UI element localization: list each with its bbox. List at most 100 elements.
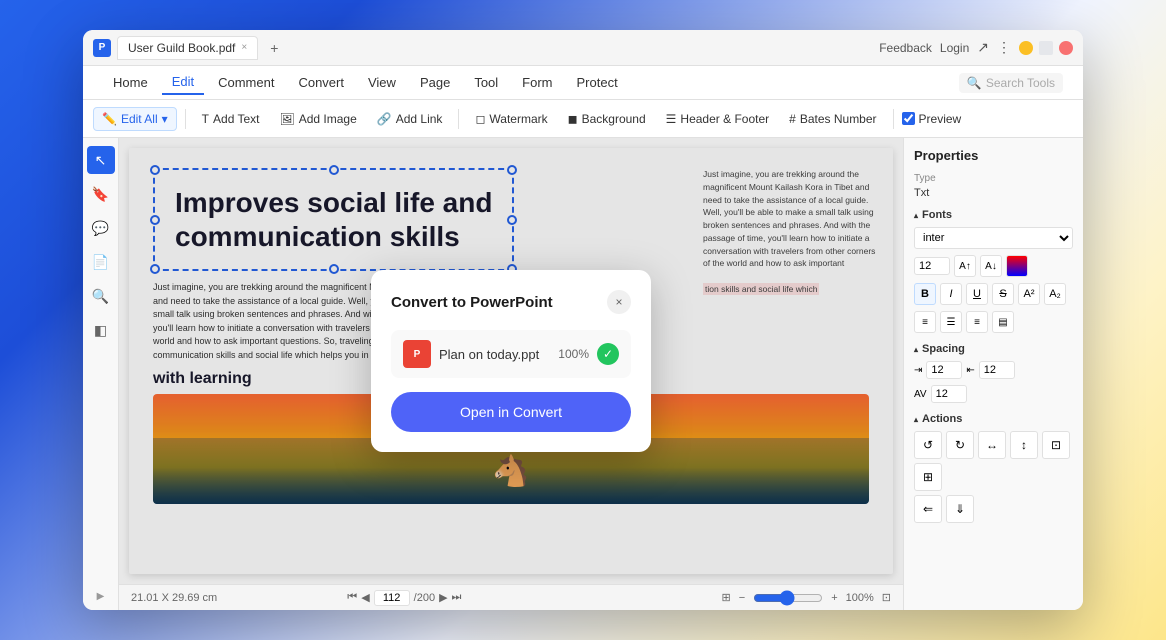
preview-checkbox[interactable] xyxy=(902,112,915,125)
status-right: ⊞ − + 100% ⊡ xyxy=(722,590,891,606)
add-text-icon: T xyxy=(202,112,209,126)
doc-page: Improves social life andcommunication sk… xyxy=(129,148,893,574)
add-image-label: Add Image xyxy=(299,112,357,126)
font-size-decrease-btn[interactable]: A↓ xyxy=(980,255,1002,277)
add-text-btn[interactable]: T Add Text xyxy=(194,108,268,130)
crop-btn[interactable]: ⊡ xyxy=(1042,431,1070,459)
font-select[interactable]: inter xyxy=(914,227,1073,249)
sidebar-expand-btn[interactable]: ▶ xyxy=(97,591,105,602)
menu-view[interactable]: View xyxy=(358,71,406,94)
sep-3 xyxy=(893,109,894,129)
header-footer-icon: ☰ xyxy=(666,112,677,126)
preview-check[interactable]: Preview xyxy=(902,112,962,126)
zoom-out-btn[interactable]: − xyxy=(739,592,745,604)
sidebar-bookmark-icon[interactable]: 🔖 xyxy=(87,180,115,208)
italic-btn[interactable]: I xyxy=(940,283,962,305)
menu-protect[interactable]: Protect xyxy=(567,71,628,94)
font-color-btn[interactable] xyxy=(1006,255,1028,277)
open-in-convert-btn[interactable]: Open in Convert xyxy=(391,392,631,432)
modal-overlay: Convert to PowerPoint × P Plan on today.… xyxy=(129,148,893,574)
spacing-left-input[interactable] xyxy=(926,361,962,379)
type-label: Type xyxy=(914,173,1073,184)
bold-btn[interactable]: B xyxy=(914,283,936,305)
add-link-btn[interactable]: 🔗 Add Link xyxy=(369,108,451,130)
close-btn[interactable] xyxy=(1059,41,1073,55)
edit-icon: ✏️ xyxy=(102,112,117,126)
modal-header: Convert to PowerPoint × xyxy=(391,290,631,314)
file-tab-title: User Guild Book.pdf xyxy=(128,41,235,55)
menu-tool[interactable]: Tool xyxy=(464,71,508,94)
sidebar-cursor-icon[interactable]: ↖ xyxy=(87,146,115,174)
progress-complete-icon: ✓ xyxy=(597,343,619,365)
rotate-cw-btn[interactable]: ↻ xyxy=(946,431,974,459)
minimize-btn[interactable] xyxy=(1019,41,1033,55)
login-btn[interactable]: Login xyxy=(940,41,969,55)
menu-form[interactable]: Form xyxy=(512,71,562,94)
background-label: Background xyxy=(582,112,646,126)
feedback-btn[interactable]: Feedback xyxy=(879,41,932,55)
strikethrough-btn[interactable]: S xyxy=(992,283,1014,305)
view-options-icon[interactable]: ⊞ xyxy=(722,591,731,604)
share-icon[interactable]: ↗ xyxy=(977,39,989,56)
align-right-btn[interactable]: ≡ xyxy=(966,311,988,333)
flip-h-btn[interactable]: ↔ xyxy=(978,431,1006,459)
header-footer-label: Header & Footer xyxy=(680,112,769,126)
background-btn[interactable]: ◼ Background xyxy=(560,108,654,130)
zoom-in-btn[interactable]: + xyxy=(831,592,837,604)
panel-title: Properties xyxy=(914,148,1073,163)
fit-page-icon[interactable]: ⊡ xyxy=(882,591,891,604)
sidebar-layers-icon[interactable]: ◧ xyxy=(87,316,115,344)
bates-number-btn[interactable]: # Bates Number xyxy=(781,108,884,130)
nav-prev-icon[interactable]: ◀ xyxy=(361,591,369,604)
new-tab-btn[interactable]: + xyxy=(264,38,284,58)
menu-home[interactable]: Home xyxy=(103,71,158,94)
menu-convert[interactable]: Convert xyxy=(288,71,354,94)
spacing-right-input[interactable] xyxy=(979,361,1015,379)
header-footer-btn[interactable]: ☰ Header & Footer xyxy=(658,108,777,130)
menu-page[interactable]: Page xyxy=(410,71,460,94)
nav-first-icon[interactable]: ⏮ xyxy=(347,591,357,604)
align-down-action[interactable]: ⇓ xyxy=(946,495,974,523)
align-center-btn[interactable]: ☰ xyxy=(940,311,962,333)
page-total: /200 xyxy=(414,592,435,604)
add-image-btn[interactable]: 🖼 Add Image xyxy=(272,108,365,130)
font-size-increase-btn[interactable]: A↑ xyxy=(954,255,976,277)
file-tab[interactable]: User Guild Book.pdf × xyxy=(117,36,258,60)
bates-number-icon: # xyxy=(789,112,796,126)
main-content: ↖ 🔖 💬 📄 🔍 ◧ ▶ Improves social life andco… xyxy=(83,138,1083,610)
menu-icon[interactable]: ⋮ xyxy=(997,39,1011,56)
subscript-btn[interactable]: A₂ xyxy=(1044,283,1066,305)
menu-comment[interactable]: Comment xyxy=(208,71,284,94)
doc-dimensions: 21.01 X 29.69 cm xyxy=(131,592,217,604)
flip-v-btn[interactable]: ↕ xyxy=(1010,431,1038,459)
zoom-slider[interactable] xyxy=(753,590,823,606)
page-input[interactable] xyxy=(374,590,410,606)
align-action-row: ⇐ ⇓ xyxy=(914,495,1073,523)
align-left-action[interactable]: ⇐ xyxy=(914,495,942,523)
watermark-btn[interactable]: ◻ Watermark xyxy=(467,108,555,130)
menu-edit[interactable]: Edit xyxy=(162,70,204,95)
rotate-ccw-btn[interactable]: ↺ xyxy=(914,431,942,459)
av-input[interactable] xyxy=(931,385,967,403)
sidebar-search-icon[interactable]: 🔍 xyxy=(87,282,115,310)
align-justify-btn[interactable]: ▤ xyxy=(992,311,1014,333)
sidebar-comment-icon[interactable]: 💬 xyxy=(87,214,115,242)
nav-last-icon[interactable]: ⏭ xyxy=(452,591,462,604)
search-box[interactable]: 🔍 Search Tools xyxy=(959,73,1063,93)
nav-next-icon[interactable]: ▶ xyxy=(439,591,447,604)
watermark-icon: ◻ xyxy=(475,112,485,126)
title-bar-left: P User Guild Book.pdf × + xyxy=(93,36,284,60)
maximize-btn[interactable] xyxy=(1039,41,1053,55)
modal-close-btn[interactable]: × xyxy=(607,290,631,314)
edit-all-btn[interactable]: ✏️ Edit All ▾ xyxy=(93,107,177,131)
underline-btn[interactable]: U xyxy=(966,283,988,305)
replace-btn[interactable]: ⊞ xyxy=(914,463,942,491)
left-sidebar: ↖ 🔖 💬 📄 🔍 ◧ ▶ xyxy=(83,138,119,610)
superscript-btn[interactable]: A² xyxy=(1018,283,1040,305)
spacing-right-icon: ⇤ xyxy=(966,365,974,376)
align-left-btn[interactable]: ≡ xyxy=(914,311,936,333)
tab-close-btn[interactable]: × xyxy=(241,42,247,53)
sidebar-page-icon[interactable]: 📄 xyxy=(87,248,115,276)
font-size-input[interactable] xyxy=(914,257,950,275)
status-bar: 21.01 X 29.69 cm ⏮ ◀ /200 ▶ ⏭ ⊞ − + 100%… xyxy=(119,584,903,610)
